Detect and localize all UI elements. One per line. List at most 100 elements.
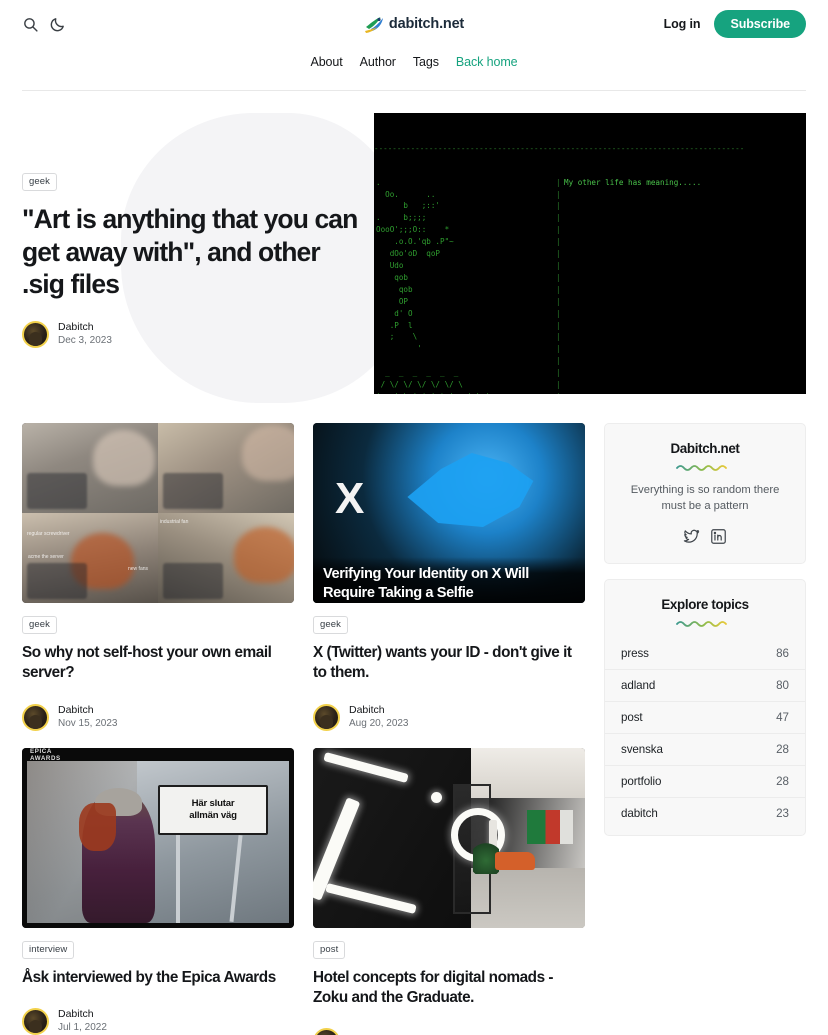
main-navigation: About Author Tags Back home [0,48,828,76]
featured-post-hero: geek "Art is anything that you can get a… [22,113,806,403]
post-byline: Dabitch Nov 15, 2023 [22,703,294,731]
moon-icon[interactable] [49,16,66,33]
post-card[interactable]: industrial fan regular screwdriver acme … [22,423,294,731]
search-icon[interactable] [22,16,39,33]
post-thumbnail-epica[interactable]: EPICA AWARDS Här slutar allmän väg [22,747,294,928]
byline-meta: Dabitch Nov 15, 2023 [58,704,118,730]
collage-label-acme-server: acme the server [28,554,64,560]
nav-item-about[interactable]: About [310,55,342,69]
post-title[interactable]: Åsk interviewed by the Epica Awards [22,968,294,988]
topic-row-dabitch[interactable]: dabitch 23 [605,796,805,829]
byline-meta: Dabitch Aug 20, 2023 [349,704,409,730]
post-body: geek X (Twitter) wants your ID - don't g… [313,603,585,731]
nav-item-tags[interactable]: Tags [413,55,439,69]
nav-item-back-home[interactable]: Back home [456,55,518,69]
neon-dot [431,791,442,803]
author-name[interactable]: Dabitch [58,1008,107,1021]
topic-count: 23 [776,806,789,820]
social-links [620,528,790,545]
hero-title[interactable]: "Art is anything that you can get away w… [22,203,362,301]
topic-count: 86 [776,646,789,660]
hero-tag[interactable]: geek [22,173,58,191]
collage-label-industrial-fan: industrial fan [160,519,189,525]
post-tag[interactable]: interview [22,940,75,959]
squiggle-divider-icon [676,465,727,471]
wall-artwork [527,809,573,844]
author-name[interactable]: Dabitch [58,704,118,717]
publish-date: Nov 15, 2023 [58,717,118,729]
header-left-icons [22,16,66,33]
topic-name: svenska [621,742,663,756]
linkedin-icon[interactable] [710,528,727,545]
epica-watermark: EPICA AWARDS [30,747,61,762]
x-logo-icon: X [335,474,364,523]
topic-count: 80 [776,678,789,692]
collage-label-screwdriver: regular screwdriver [27,531,70,537]
avatar[interactable] [313,703,340,731]
publish-date: Dec 3, 2023 [58,334,112,346]
byline-meta: Dabitch Dec 3, 2023 [58,321,112,347]
hero-byline: Dabitch Dec 3, 2023 [22,320,362,348]
topic-row-adland[interactable]: adland 80 [605,668,805,701]
nav-item-author[interactable]: Author [360,55,396,69]
post-card[interactable]: X Verifying Your Identity on X Will Requ… [313,423,585,731]
avatar[interactable] [22,703,49,731]
content-area: industrial fan regular screwdriver acme … [22,423,806,1035]
topic-row-post[interactable]: post 47 [605,700,805,733]
sign-post [176,835,181,923]
sign-line-2: allmän väg [189,810,237,822]
author-name[interactable]: Dabitch [58,321,112,334]
terminal-top-rule: ----------------------------------------… [374,143,745,153]
post-tag[interactable]: geek [22,616,58,634]
terminal-columns: . Oo. .. b ;::' . b;;;; OooO';;;O:: * .o… [374,177,806,394]
twitter-icon[interactable] [683,528,700,545]
header-divider [22,90,806,91]
avatar[interactable] [313,1028,340,1035]
post-card[interactable]: post Hotel concepts for digital nomads -… [313,747,585,1035]
epica-awards-image: EPICA AWARDS Här slutar allmän väg [22,747,294,928]
about-card-description: Everything is so random there must be a … [630,484,780,513]
post-card[interactable]: EPICA AWARDS Här slutar allmän väg inter… [22,747,294,1035]
post-title[interactable]: Hotel concepts for digital nomads - Zoku… [313,968,585,1009]
post-body: geek So why not self-host your own email… [22,603,294,731]
post-byline: Dabitch Jul 1, 2022 [22,1008,294,1035]
post-byline: Dabitch Aug 20, 2023 [313,703,585,731]
topic-name: post [621,710,643,724]
login-link[interactable]: Log in [664,17,701,31]
brand-name: dabitch.net [388,16,465,32]
epica-photo: Här slutar allmän väg [27,760,289,923]
topic-row-portfolio[interactable]: portfolio 28 [605,764,805,797]
post-title[interactable]: X (Twitter) wants your ID - don't give i… [313,643,585,684]
dabitch-bird-logo-icon [364,17,383,33]
post-title[interactable]: So why not self-host your own email serv… [22,643,294,684]
topic-list: press 86 adland 80 post 47 svenska 28 po… [605,638,805,829]
author-name[interactable]: Dabitch [349,704,409,717]
hero-terminal-image[interactable]: ----------------------------------------… [374,113,806,394]
topic-name: portfolio [621,774,662,788]
twitter-bird-shape [407,453,534,527]
brand-home-link[interactable]: dabitch.net [364,14,464,34]
thumbnail-overlay-caption: Verifying Your Identity on X Will Requir… [313,557,585,603]
terminal-content: ----------------------------------------… [374,113,806,394]
terminal-quote: My other life has meaning..... [564,177,702,187]
topic-row-press[interactable]: press 86 [605,638,805,669]
post-thumbnail-zoku[interactable] [313,747,585,928]
post-thumbnail-diy-server[interactable]: industrial fan regular screwdriver acme … [22,423,294,603]
avatar[interactable] [22,320,49,348]
sidebar: Dabitch.net Everything is so random ther… [604,423,806,1035]
subscribe-button[interactable]: Subscribe [714,10,806,38]
post-body: post Hotel concepts for digital nomads -… [313,928,585,1035]
topic-name: press [621,646,649,660]
sign-post [229,835,243,923]
post-thumbnail-x-twitter[interactable]: X Verifying Your Identity on X Will Requ… [313,423,585,603]
avatar[interactable] [22,1008,49,1035]
terminal-ascii-art: . Oo. .. b ;::' . b;;;; OooO';;;O:: * .o… [376,177,490,394]
header-right-actions: Log in Subscribe [664,10,806,38]
post-body: interview Åsk interviewed by the Epica A… [22,928,294,1035]
zoku-neon-lobby-image [313,747,585,928]
post-tag[interactable]: post [313,940,346,959]
topics-card-title: Explore topics [661,596,749,612]
about-card-title: Dabitch.net [670,441,740,456]
post-tag[interactable]: geek [313,616,349,634]
topic-row-svenska[interactable]: svenska 28 [605,732,805,765]
